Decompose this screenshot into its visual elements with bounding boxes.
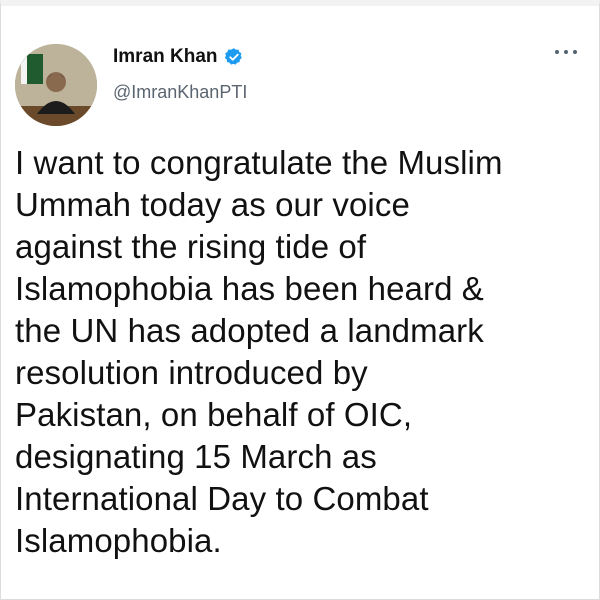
tweet-card: Imran Khan @ImranKhanPTI I want to congr…: [0, 0, 600, 600]
avatar[interactable]: [15, 44, 97, 126]
display-name[interactable]: Imran Khan: [113, 46, 218, 68]
author-name-row: Imran Khan: [113, 46, 244, 68]
more-horizontal-icon[interactable]: [555, 46, 577, 58]
verified-badge-icon: [224, 48, 242, 65]
author-handle[interactable]: @ImranKhanPTI: [113, 82, 247, 103]
tweet-text: I want to congratulate the Muslim Ummah …: [15, 144, 503, 559]
